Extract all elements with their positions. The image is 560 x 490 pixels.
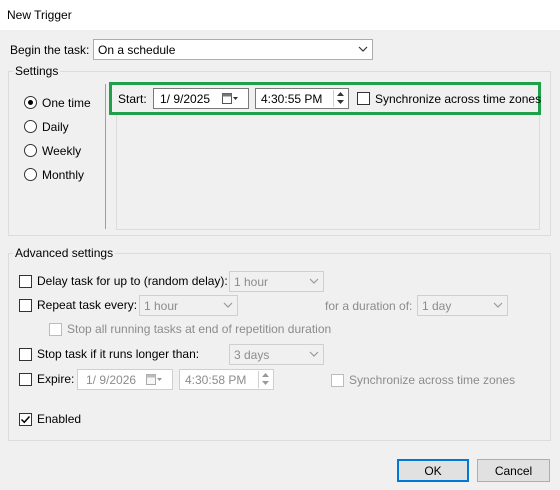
title-bar: New Trigger xyxy=(0,0,560,30)
expire-time-value: 4:30:58 PM xyxy=(185,373,247,387)
checkmark-icon xyxy=(20,415,31,424)
cancel-button-label: Cancel xyxy=(494,464,533,478)
expire-date-picker[interactable]: 1/ 9/2026 xyxy=(77,369,173,390)
schedule-detail-panel xyxy=(116,114,540,230)
radio-monthly[interactable]: Monthly xyxy=(24,167,104,183)
radio-one-time[interactable]: One time xyxy=(24,95,104,111)
cancel-button[interactable]: Cancel xyxy=(477,459,550,482)
repeat-interval-select[interactable]: 1 hour xyxy=(139,295,238,316)
chevron-down-icon xyxy=(223,302,233,308)
stop-if-longer-checkbox[interactable] xyxy=(19,348,32,361)
settings-legend: Settings xyxy=(13,64,61,78)
expire-date-value: 1/ 9/2026 xyxy=(86,373,137,387)
chevron-down-icon xyxy=(309,278,319,284)
advanced-legend: Advanced settings xyxy=(13,246,116,260)
time-spinner[interactable] xyxy=(258,371,272,388)
radio-button[interactable] xyxy=(24,120,37,133)
chevron-down-icon xyxy=(358,46,368,52)
stop-if-longer-value: 3 days xyxy=(234,348,270,362)
duration-value: 1 day xyxy=(422,299,452,313)
begin-task-label: Begin the task: xyxy=(10,43,90,57)
calendar-dropdown-icon[interactable] xyxy=(146,373,162,386)
stop-if-longer-label: Stop task if it runs longer than: xyxy=(37,347,200,361)
start-sync-label: Synchronize across time zones xyxy=(375,92,542,106)
radio-label: Weekly xyxy=(42,144,82,158)
vertical-separator xyxy=(105,84,106,229)
stop-running-checkbox[interactable] xyxy=(49,323,62,336)
duration-select[interactable]: 1 day xyxy=(417,295,508,316)
delay-checkbox[interactable] xyxy=(19,275,32,288)
start-date-picker[interactable]: 1/ 9/2025 xyxy=(153,88,249,109)
radio-button[interactable] xyxy=(24,96,37,109)
enabled-checkbox[interactable] xyxy=(19,413,32,426)
repeat-label: Repeat task every: xyxy=(37,298,138,312)
expire-time-picker[interactable]: 4:30:58 PM xyxy=(179,369,274,390)
start-label: Start: xyxy=(118,92,147,106)
ok-button[interactable]: OK xyxy=(397,459,469,482)
window-title: New Trigger xyxy=(7,8,72,22)
expire-sync-label: Synchronize across time zones xyxy=(349,373,516,387)
expire-sync-checkbox[interactable] xyxy=(331,374,344,387)
expire-label: Expire: xyxy=(37,372,75,386)
radio-dot xyxy=(28,100,33,105)
radio-daily[interactable]: Daily xyxy=(24,119,104,135)
start-date-value: 1/ 9/2025 xyxy=(160,92,211,106)
start-time-picker[interactable]: 4:30:55 PM xyxy=(255,88,349,109)
radio-label: One time xyxy=(42,96,91,110)
delay-value: 1 hour xyxy=(234,275,269,289)
chevron-down-icon xyxy=(309,351,319,357)
start-time-value: 4:30:55 PM xyxy=(261,92,323,106)
repeat-checkbox[interactable] xyxy=(19,299,32,312)
calendar-dropdown-icon[interactable] xyxy=(222,92,238,105)
radio-button[interactable] xyxy=(24,168,37,181)
start-sync-checkbox[interactable] xyxy=(357,92,370,105)
spin-up-icon[interactable] xyxy=(336,91,345,97)
stop-if-longer-select[interactable]: 3 days xyxy=(229,344,324,365)
chevron-down-icon xyxy=(493,302,503,308)
enabled-label: Enabled xyxy=(37,412,82,426)
delay-label: Delay task for up to (random delay): xyxy=(37,274,228,288)
radio-weekly[interactable]: Weekly xyxy=(24,143,104,159)
radio-label: Monthly xyxy=(42,168,85,182)
time-spinner[interactable] xyxy=(333,90,347,107)
radio-label: Daily xyxy=(42,120,69,134)
spin-up-icon[interactable] xyxy=(261,372,270,378)
ok-button-label: OK xyxy=(424,464,442,478)
radio-button[interactable] xyxy=(24,144,37,157)
spin-down-icon[interactable] xyxy=(261,380,270,386)
duration-label: for a duration of: xyxy=(325,299,413,313)
spin-down-icon[interactable] xyxy=(336,99,345,105)
repeat-interval-value: 1 hour xyxy=(144,299,179,313)
delay-select[interactable]: 1 hour xyxy=(229,271,324,292)
stop-running-label: Stop all running tasks at end of repetit… xyxy=(67,322,332,336)
begin-task-select[interactable]: On a schedule xyxy=(93,39,373,60)
expire-checkbox[interactable] xyxy=(19,373,32,386)
begin-task-value: On a schedule xyxy=(98,43,176,57)
